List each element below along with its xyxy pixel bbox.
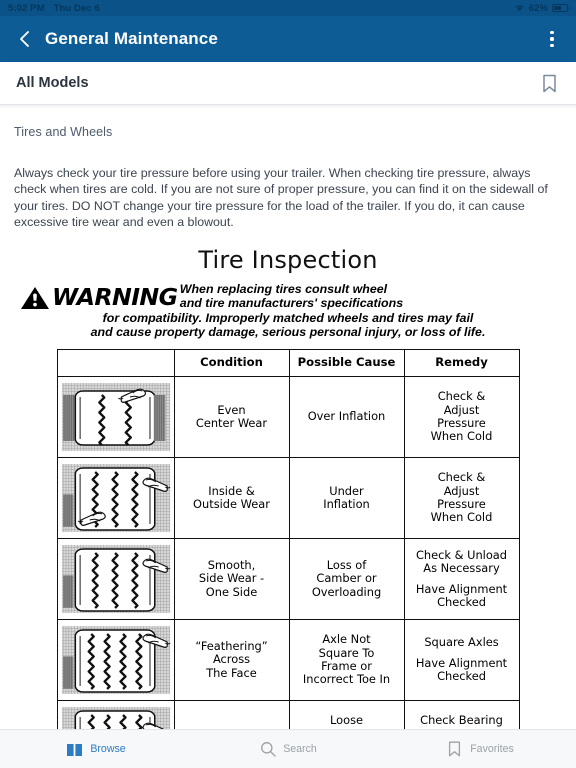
warning-word: WARNING bbox=[52, 285, 178, 312]
table-cell-remedy: Check & Unload As Necessary Have Alignment… bbox=[403, 538, 520, 620]
status-bar-time: 5:02 PM bbox=[8, 2, 45, 14]
wifi-icon bbox=[514, 4, 525, 12]
table-cell-remedy: Check & Adjust Pressure When Cold bbox=[403, 376, 520, 458]
table-cell-cause: LooseBearings orWheelBalance bbox=[288, 700, 405, 729]
bookmark-button[interactable] bbox=[538, 71, 560, 95]
book-icon bbox=[66, 741, 83, 758]
overflow-menu-button[interactable] bbox=[542, 28, 562, 50]
table-cell-condition: Inside & Outside Wear bbox=[173, 457, 290, 539]
bookmark-outline-icon bbox=[542, 74, 556, 92]
table-row: CuppingLooseBearings orWheelBalanceCheck… bbox=[56, 700, 520, 729]
table-cell-condition: Smooth, Side Wear - One Side bbox=[173, 538, 290, 620]
back-button[interactable] bbox=[14, 29, 34, 49]
app-screen: 5:02 PM Thu Dec 6 62% General Maintenanc… bbox=[0, 0, 576, 768]
table-header-row: Condition Possible Cause Remedy bbox=[56, 349, 520, 377]
table-cell-cause: Axle Not Square To Frame or Incorrect Toe I… bbox=[288, 619, 405, 701]
table-row: Inside & Outside Wear Under Inflation Check … bbox=[56, 457, 520, 539]
table-header-blank bbox=[56, 349, 175, 377]
status-bar-right: 62% bbox=[514, 2, 570, 14]
document-scroll-area[interactable]: Tires and Wheels Always check your tire … bbox=[0, 105, 576, 729]
status-bar: 5:02 PM Thu Dec 6 62% bbox=[0, 0, 576, 16]
table-header-remedy: Remedy bbox=[403, 349, 520, 377]
table-row: “Feathering” Across The Face Axle Not Square… bbox=[56, 619, 520, 701]
nav-label-browse: Browse bbox=[90, 743, 126, 755]
warning-line-3: for compatibility. Improperly matched wh… bbox=[102, 310, 474, 325]
battery-percent-label: 62% bbox=[528, 2, 548, 14]
nav-item-browse[interactable]: Browse bbox=[0, 741, 192, 758]
tire-inside-outside-wear-illustration bbox=[56, 457, 175, 539]
bookmark-outline-icon bbox=[446, 741, 463, 758]
tire-feathering-illustration bbox=[56, 619, 175, 701]
warning-label-group: WARNING bbox=[20, 280, 178, 312]
tire-inspection-table: Condition Possible Cause Remedy Even Cent… bbox=[56, 349, 520, 729]
table-cell-remedy: Check BearingAdjustment andWheel &Tire B… bbox=[403, 700, 520, 729]
table-header-condition: Condition bbox=[173, 349, 290, 377]
table-cell-condition: Cupping bbox=[173, 700, 290, 729]
body-paragraph: Always check your tire pressure before u… bbox=[14, 166, 548, 229]
tire-cupping-illustration bbox=[56, 700, 175, 729]
warning-line-2: and tire manufacturers' specifications bbox=[179, 296, 404, 311]
search-icon bbox=[259, 741, 276, 758]
figure-title: Tire Inspection bbox=[198, 246, 378, 275]
nav-label-search: Search bbox=[283, 743, 317, 755]
table-cell-condition: “Feathering” Across The Face bbox=[173, 619, 290, 701]
warning-triangle-icon bbox=[20, 286, 50, 310]
sub-header: All Models bbox=[0, 62, 576, 105]
warning-text-top: When replacing tires consult wheel and t… bbox=[174, 280, 556, 310]
table-header-cause: Possible Cause bbox=[288, 349, 405, 377]
battery-icon bbox=[552, 4, 570, 12]
table-cell-cause: Over Inflation bbox=[288, 376, 405, 458]
table-row: Smooth, Side Wear - One Side Loss of Camber … bbox=[56, 538, 520, 620]
table-cell-condition: Even Center Wear bbox=[173, 376, 290, 458]
nav-item-favorites[interactable]: Favorites bbox=[384, 741, 576, 758]
page-title: General Maintenance bbox=[45, 29, 218, 48]
bottom-navigation-bar: Browse Search Favorites bbox=[0, 729, 576, 768]
table-cell-remedy: Check & Adjust Pressure When Cold bbox=[403, 457, 520, 539]
status-bar-date: Thu Dec 6 bbox=[53, 2, 100, 14]
section-label: Tires and Wheels bbox=[14, 125, 113, 139]
warning-line-1: When replacing tires consult wheel bbox=[179, 282, 388, 297]
table-row: Even Center Wear Over Inflation Check & Adju… bbox=[56, 376, 520, 458]
table-cell-cause: Under Inflation bbox=[288, 457, 405, 539]
tire-smooth-side-wear-illustration bbox=[56, 538, 175, 620]
warning-banner: WARNING When replacing tires consult whe… bbox=[14, 280, 562, 310]
table-cell-cause: Loss of Camber or Overloading bbox=[288, 538, 405, 620]
table-body: Even Center Wear Over Inflation Check & Adju… bbox=[56, 376, 520, 729]
nav-label-favorites: Favorites bbox=[470, 743, 514, 755]
table-cell-remedy: Square Axles Have Alignment Checked bbox=[403, 619, 520, 701]
status-bar-left: 5:02 PM Thu Dec 6 bbox=[8, 3, 100, 14]
warning-line-4: and cause property damage, serious perso… bbox=[90, 324, 486, 339]
app-bar: General Maintenance bbox=[0, 16, 576, 62]
tire-inspection-figure: Tire Inspection WARNING When replacing t… bbox=[14, 246, 562, 729]
sub-header-title: All Models bbox=[16, 75, 89, 91]
nav-item-search[interactable]: Search bbox=[192, 741, 384, 758]
tire-even-center-wear-illustration bbox=[56, 376, 175, 458]
